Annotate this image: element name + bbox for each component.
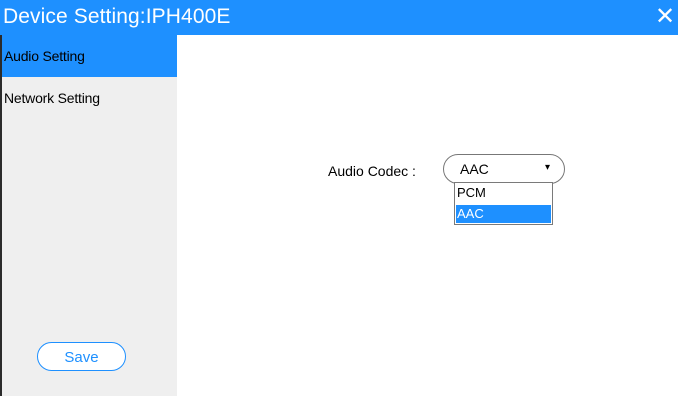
- dropdown-option-pcm[interactable]: PCM: [456, 184, 551, 202]
- sidebar-item-label: Audio Setting: [4, 48, 85, 64]
- window-title: Device Setting:IPH400E: [3, 5, 231, 28]
- save-button[interactable]: Save: [37, 342, 126, 371]
- audio-codec-label: Audio Codec :: [328, 163, 416, 179]
- sidebar-item-label: Network Setting: [4, 90, 100, 106]
- audio-codec-dropdown: PCM AAC: [454, 182, 553, 225]
- close-icon[interactable]: ✕: [652, 2, 678, 32]
- title-bar: Device Setting:IPH400E ✕: [0, 0, 678, 35]
- window-left-border: [0, 35, 2, 396]
- audio-codec-select[interactable]: AAC ▾: [443, 154, 565, 184]
- chevron-down-icon: ▾: [544, 162, 550, 173]
- dropdown-option-aac[interactable]: AAC: [456, 205, 551, 223]
- sidebar-item-audio-setting[interactable]: Audio Setting: [0, 35, 177, 77]
- audio-codec-value: AAC: [460, 161, 489, 177]
- device-setting-window: Device Setting:IPH400E ✕ Audio Setting N…: [0, 0, 678, 396]
- sidebar-item-network-setting[interactable]: Network Setting: [0, 77, 177, 119]
